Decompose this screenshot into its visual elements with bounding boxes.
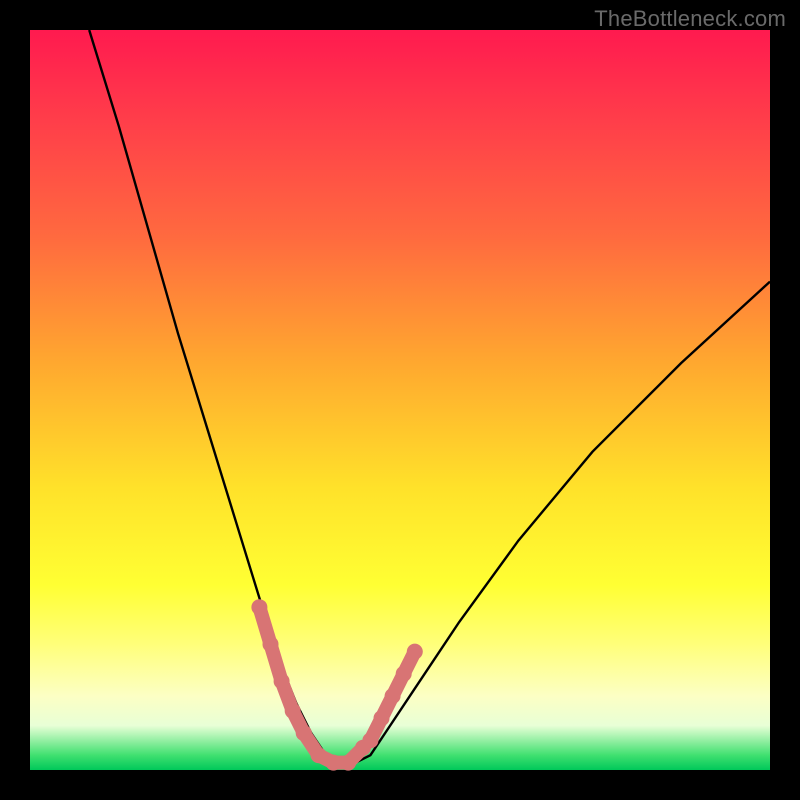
watermark-text: TheBottleneck.com — [594, 6, 786, 32]
highlight-bead — [251, 599, 267, 615]
bottleneck-curve-path — [89, 30, 770, 763]
highlight-bead — [374, 710, 390, 726]
highlight-bead — [285, 703, 301, 719]
highlight-bead — [296, 725, 312, 741]
highlight-bead — [340, 755, 356, 771]
curve-svg — [30, 30, 770, 770]
highlight-bead — [325, 755, 341, 771]
main-curve — [89, 30, 770, 763]
highlight-bead — [385, 688, 401, 704]
highlight-bead — [407, 644, 423, 660]
chart-stage: TheBottleneck.com — [0, 0, 800, 800]
highlight-bead — [274, 673, 290, 689]
highlight-bead — [396, 666, 412, 682]
highlight-bead — [311, 747, 327, 763]
highlight-bead — [362, 732, 378, 748]
plot-area — [30, 30, 770, 770]
highlight-bead — [263, 636, 279, 652]
highlight-markers — [251, 599, 422, 770]
